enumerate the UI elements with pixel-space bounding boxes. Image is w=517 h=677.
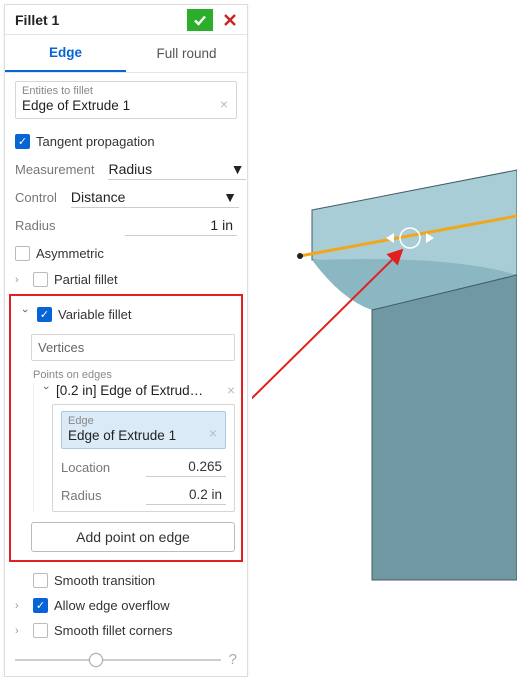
opacity-slider[interactable]	[15, 652, 221, 668]
partial-fillet-checkbox[interactable]	[33, 272, 48, 287]
measurement-label: Measurement	[15, 162, 94, 177]
smooth-transition-checkbox[interactable]	[33, 573, 48, 588]
chevron-down-icon: ›	[19, 309, 31, 321]
smooth-transition-label: Smooth transition	[54, 573, 155, 588]
smooth-fillet-corners-label: Smooth fillet corners	[54, 623, 173, 638]
allow-edge-overflow-checkbox[interactable]: ✓	[33, 598, 48, 613]
smooth-fillet-corners-checkbox[interactable]	[33, 623, 48, 638]
variable-fillet-label: Variable fillet	[58, 307, 131, 322]
clear-edge-button[interactable]: ×	[209, 425, 217, 441]
tangent-checkbox[interactable]: ✓	[15, 134, 30, 149]
edge-caption: Edge	[68, 415, 219, 427]
measurement-select[interactable]: Radius ▼	[108, 159, 246, 180]
vertices-field[interactable]: Vertices	[31, 334, 235, 361]
poe-item-header[interactable]: › [0.2 in] Edge of Extrud… ×	[40, 383, 235, 398]
partial-fillet-label: Partial fillet	[54, 272, 118, 287]
points-on-edges-caption: Points on edges	[33, 369, 233, 381]
cancel-button[interactable]	[219, 9, 241, 31]
variable-fillet-highlight: › ✓ Variable fillet Vertices Points on e…	[9, 294, 243, 562]
tabs: Edge Full round	[5, 35, 247, 73]
fillet-panel: Fillet 1 Edge Full round Entities to fil…	[4, 4, 248, 677]
panel-header: Fillet 1	[5, 5, 247, 35]
variable-fillet-row[interactable]: › ✓ Variable fillet	[17, 302, 235, 330]
remove-point-button[interactable]: ×	[227, 383, 235, 398]
help-icon[interactable]: ?	[229, 651, 237, 668]
allow-edge-overflow-label: Allow edge overflow	[54, 598, 170, 613]
model-front-face	[372, 275, 517, 580]
tangent-row[interactable]: ✓ Tangent propagation	[15, 127, 237, 155]
entities-value: Edge of Extrude 1	[22, 98, 230, 113]
location-input[interactable]: 0.265	[146, 457, 226, 477]
entities-caption: Entities to fillet	[22, 85, 230, 97]
edge-selection[interactable]: Edge Edge of Extrude 1 ×	[61, 411, 226, 449]
smooth-transition-row[interactable]: Smooth transition	[5, 568, 247, 593]
entities-field[interactable]: Entities to fillet Edge of Extrude 1 ×	[15, 81, 237, 119]
chevron-right-icon: ›	[15, 600, 27, 612]
poe-radius-input[interactable]: 0.2 in	[146, 485, 226, 505]
control-select[interactable]: Distance ▼	[71, 187, 239, 208]
control-value: Distance	[71, 189, 125, 205]
radius-input[interactable]: 1 in	[125, 215, 237, 236]
add-point-button[interactable]: Add point on edge	[31, 522, 235, 552]
allow-edge-overflow-row[interactable]: › ✓ Allow edge overflow	[5, 593, 247, 618]
poe-radius-label: Radius	[61, 488, 146, 503]
slider-thumb[interactable]	[89, 653, 103, 667]
partial-fillet-row[interactable]: › Partial fillet	[5, 267, 247, 292]
tab-full-round[interactable]: Full round	[126, 35, 247, 72]
radius-label: Radius	[15, 218, 55, 233]
variable-fillet-checkbox[interactable]: ✓	[37, 307, 52, 322]
asymmetric-row[interactable]: Asymmetric	[15, 239, 237, 267]
asymmetric-label: Asymmetric	[36, 246, 104, 261]
tab-edge[interactable]: Edge	[5, 35, 126, 72]
chevron-down-icon: ▼	[223, 189, 237, 205]
viewport-3d[interactable]	[252, 100, 517, 600]
edge-endpoint	[297, 253, 303, 259]
control-label: Control	[15, 190, 57, 205]
checkmark-icon	[192, 12, 208, 28]
chevron-down-icon: ›	[40, 386, 52, 398]
poe-item-title: [0.2 in] Edge of Extrud…	[56, 383, 223, 398]
chevron-right-icon: ›	[15, 274, 27, 286]
asymmetric-checkbox[interactable]	[15, 246, 30, 261]
location-label: Location	[61, 460, 146, 475]
measurement-value: Radius	[108, 161, 152, 177]
panel-footer: ?	[5, 643, 247, 676]
panel-title: Fillet 1	[5, 12, 187, 28]
poe-item-body: Edge Edge of Extrude 1 × Location 0.265 …	[52, 404, 235, 512]
clear-entities-button[interactable]: ×	[220, 96, 228, 112]
chevron-right-icon: ›	[15, 625, 27, 637]
edge-value: Edge of Extrude 1	[68, 428, 219, 443]
smooth-fillet-corners-row[interactable]: › Smooth fillet corners	[5, 618, 247, 643]
tangent-label: Tangent propagation	[36, 134, 155, 149]
close-icon	[223, 13, 237, 27]
accept-button[interactable]	[187, 9, 213, 31]
chevron-down-icon: ▼	[231, 161, 245, 177]
